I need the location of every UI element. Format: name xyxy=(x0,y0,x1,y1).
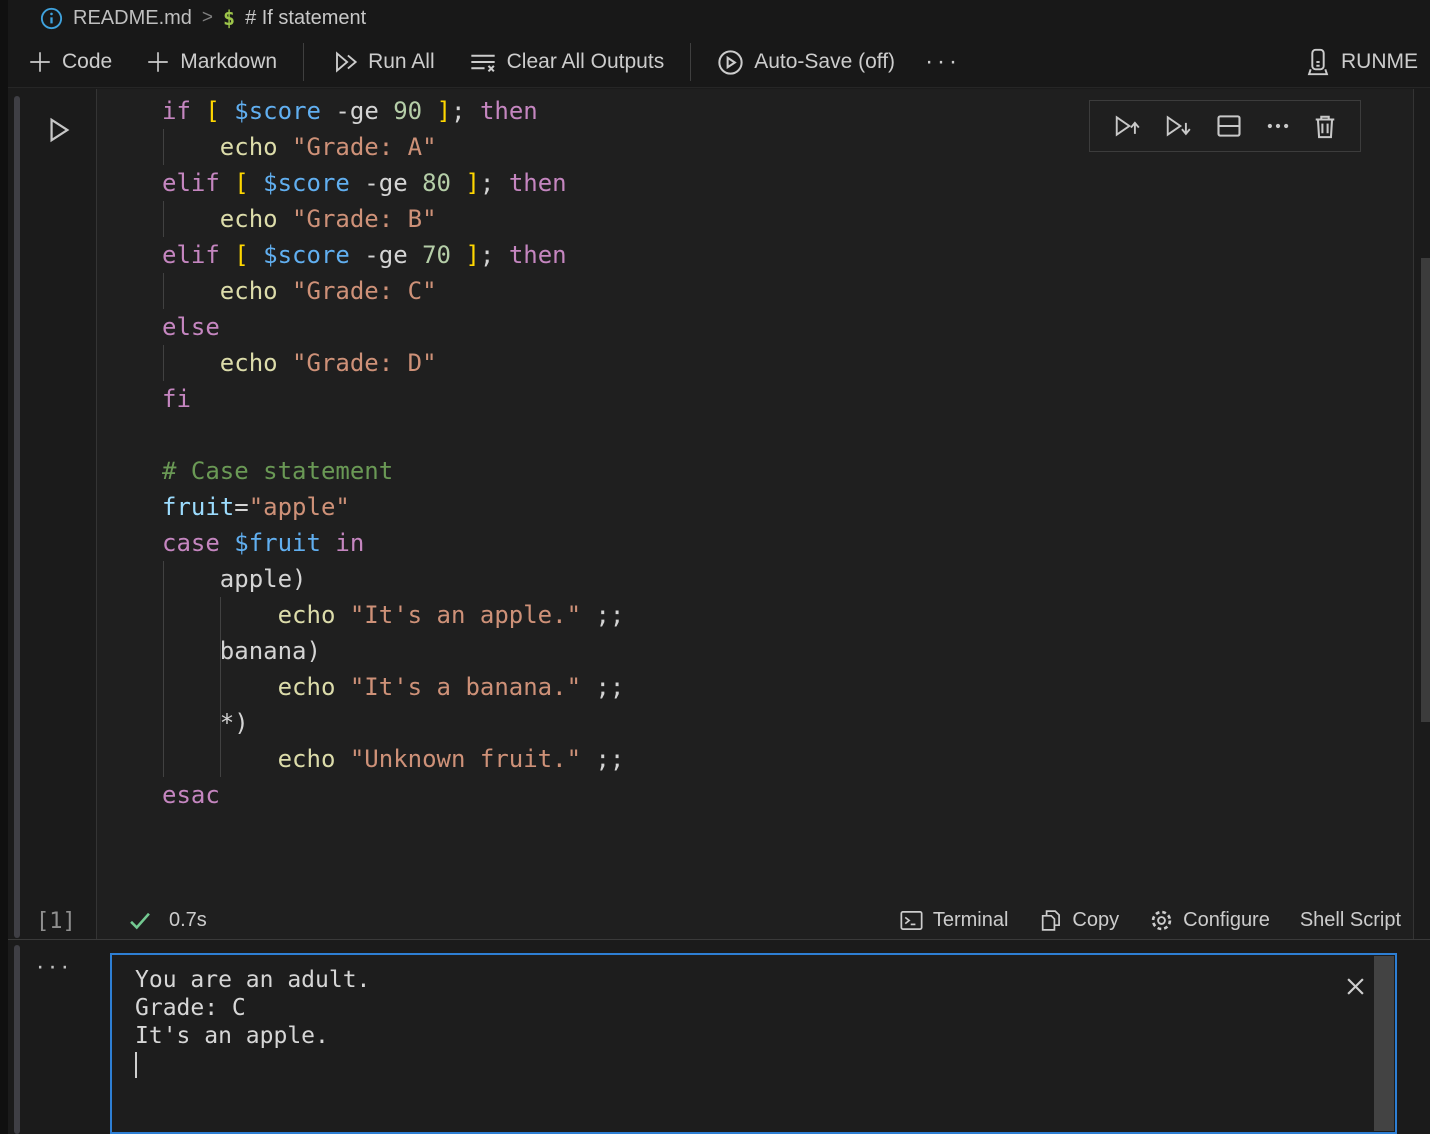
notebook-header: README.md > $ # If statement Code Markdo… xyxy=(8,0,1430,88)
execution-count: [1] xyxy=(36,903,76,939)
runme-logo-icon xyxy=(1305,48,1331,76)
output-line: It's an apple. xyxy=(135,1022,370,1050)
indent-guide xyxy=(163,129,164,165)
notebook-window: README.md > $ # If statement Code Markdo… xyxy=(0,0,1430,1134)
code-line[interactable]: banana) xyxy=(162,633,624,669)
run-all-button[interactable]: Run All xyxy=(330,49,435,75)
execute-above-icon[interactable] xyxy=(1112,112,1142,140)
code-line[interactable]: echo "Grade: C" xyxy=(162,273,624,309)
gear-icon xyxy=(1149,908,1174,933)
toolbar-separator xyxy=(303,43,304,81)
clear-all-label: Clear All Outputs xyxy=(507,50,665,74)
code-lines[interactable]: if [ $score -ge 90 ]; then echo "Grade: … xyxy=(162,93,624,813)
run-all-label: Run All xyxy=(368,50,435,74)
code-line[interactable]: echo "Grade: B" xyxy=(162,201,624,237)
run-all-icon xyxy=(330,49,358,75)
play-icon xyxy=(46,116,72,144)
close-icon[interactable] xyxy=(1344,975,1367,998)
output-lines: You are an adult.Grade: CIt's an apple. xyxy=(135,966,370,1050)
clear-all-outputs-button[interactable]: Clear All Outputs xyxy=(469,49,665,75)
configure-label: Configure xyxy=(1183,909,1270,932)
code-line[interactable]: echo "Grade: D" xyxy=(162,345,624,381)
code-line[interactable]: echo "Grade: A" xyxy=(162,129,624,165)
indent-guide xyxy=(163,561,164,777)
output-scrollbar-thumb[interactable] xyxy=(1374,956,1394,1131)
auto-save-label: Auto-Save (off) xyxy=(754,50,895,74)
clear-all-icon xyxy=(469,49,497,75)
cell-right-border xyxy=(1413,89,1414,939)
code-line[interactable]: apple) xyxy=(162,561,624,597)
breadcrumb-chevron-icon: > xyxy=(202,7,213,29)
indent-guide xyxy=(163,273,164,309)
code-line[interactable]: case $fruit in xyxy=(162,525,624,561)
breadcrumb-file[interactable]: README.md xyxy=(73,7,192,30)
code-line[interactable]: echo "It's an apple." ;; xyxy=(162,597,624,633)
indent-guide xyxy=(163,345,164,381)
terminal-icon xyxy=(899,908,924,933)
cell-more-actions-icon[interactable] xyxy=(1265,113,1291,139)
success-check-icon xyxy=(127,909,153,933)
cell-hover-toolbar xyxy=(1089,100,1361,152)
output-focus-bar xyxy=(14,945,20,1134)
delete-cell-icon[interactable] xyxy=(1312,112,1338,140)
copy-button[interactable]: Copy xyxy=(1038,908,1119,933)
cell-status-bar: 0.7s Terminal Copy xyxy=(97,902,1413,939)
add-code-cell-button[interactable]: Code xyxy=(28,50,112,74)
output-line: Grade: C xyxy=(135,994,370,1022)
execution-duration: 0.7s xyxy=(169,909,207,932)
notebook-toolbar: Code Markdown Run All xyxy=(28,36,1430,88)
breadcrumb-section[interactable]: # If statement xyxy=(245,7,366,30)
copy-icon xyxy=(1038,908,1063,933)
terminal-cursor xyxy=(135,1052,137,1078)
indent-guide xyxy=(220,597,221,777)
code-line[interactable] xyxy=(162,417,624,453)
add-markdown-cell-button[interactable]: Markdown xyxy=(146,50,277,74)
code-line[interactable]: esac xyxy=(162,777,624,813)
auto-save-icon xyxy=(717,49,744,76)
run-cell-button[interactable] xyxy=(44,114,74,146)
terminal-label: Terminal xyxy=(933,909,1009,932)
configure-button[interactable]: Configure xyxy=(1149,908,1270,933)
auto-save-toggle[interactable]: Auto-Save (off) xyxy=(717,49,895,76)
code-line[interactable]: fruit="apple" xyxy=(162,489,624,525)
code-line[interactable]: fi xyxy=(162,381,624,417)
breadcrumb: README.md > $ # If statement xyxy=(40,0,366,36)
window-left-edge xyxy=(0,0,8,1134)
toolbar-more-button[interactable]: ··· xyxy=(925,48,961,76)
terminal-button[interactable]: Terminal xyxy=(899,908,1009,933)
plus-icon xyxy=(146,50,170,74)
runme-label: RUNME xyxy=(1341,50,1418,74)
split-cell-icon[interactable] xyxy=(1215,112,1243,140)
cell-focus-bar xyxy=(14,96,20,938)
output-line: You are an adult. xyxy=(135,966,370,994)
add-markdown-label: Markdown xyxy=(180,50,277,74)
code-line[interactable]: # Case statement xyxy=(162,453,624,489)
copy-label: Copy xyxy=(1072,909,1119,932)
cell-bottom-border xyxy=(8,939,1430,940)
code-line[interactable]: *) xyxy=(162,705,624,741)
indent-guide xyxy=(163,201,164,237)
code-line[interactable]: if [ $score -ge 90 ]; then xyxy=(162,93,624,129)
cell-gutter-border xyxy=(96,89,97,939)
execute-below-icon[interactable] xyxy=(1163,112,1193,140)
breadcrumb-shell-symbol: $ xyxy=(223,6,235,30)
plus-icon xyxy=(28,50,52,74)
code-line[interactable]: echo "Unknown fruit." ;; xyxy=(162,741,624,777)
output-more-button[interactable]: ··· xyxy=(36,952,73,981)
info-icon[interactable] xyxy=(40,7,63,30)
runme-button[interactable]: RUNME xyxy=(1305,48,1418,76)
code-line[interactable]: elif [ $score -ge 70 ]; then xyxy=(162,237,624,273)
code-line[interactable]: elif [ $score -ge 80 ]; then xyxy=(162,165,624,201)
cell-language-picker[interactable]: Shell Script xyxy=(1300,909,1401,932)
code-line[interactable]: else xyxy=(162,309,624,345)
toolbar-separator xyxy=(690,43,691,81)
add-code-label: Code xyxy=(62,50,112,74)
code-line[interactable]: echo "It's a banana." ;; xyxy=(162,669,624,705)
editor-scrollbar-thumb[interactable] xyxy=(1421,258,1430,722)
output-terminal[interactable]: You are an adult.Grade: CIt's an apple. xyxy=(110,953,1397,1134)
